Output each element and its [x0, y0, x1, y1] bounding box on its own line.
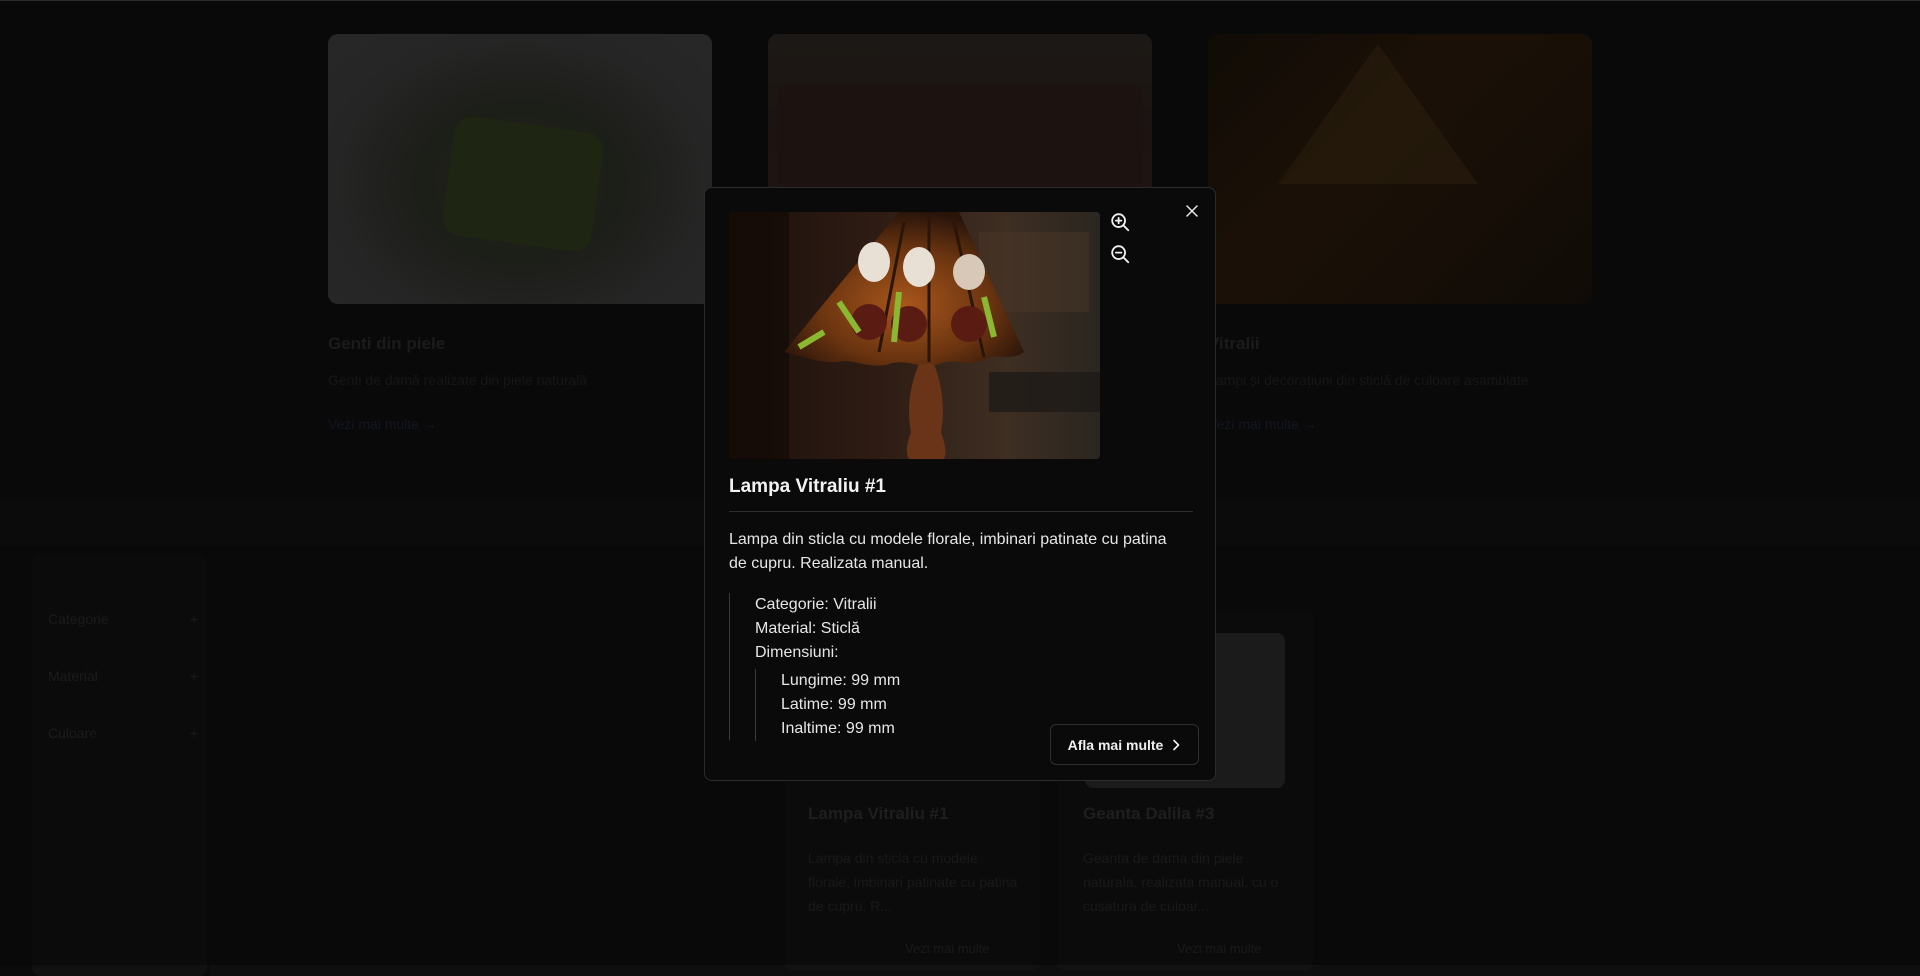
zoom-in-icon [1111, 213, 1130, 232]
zoom-out-button[interactable] [1108, 242, 1132, 266]
spec-list: Categorie: Vitralii Material: Sticlă Dim… [729, 593, 900, 741]
spec-dimensions-label: Dimensiuni: [755, 644, 839, 661]
page: Genti din piele Genti de damă realizate … [0, 0, 1920, 976]
learn-more-label: Afla mai multe [1067, 736, 1164, 753]
stained-glass-lamp-image [729, 212, 1100, 459]
spec-length: Lungime: 99 mm [781, 672, 901, 689]
chevron-right-icon [1173, 739, 1180, 750]
spec-height: Inaltime: 99 mm [781, 720, 895, 737]
dimensions-list: Lungime: 99 mm Latime: 99 mm Inaltime: 9… [755, 669, 900, 741]
product-image [729, 212, 1100, 459]
modal-description: Lampa din sticla cu modele florale, imbi… [729, 531, 1167, 572]
modal-title: Lampa Vitraliu #1 [729, 476, 886, 497]
zoom-out-icon [1111, 245, 1130, 264]
zoom-in-button[interactable] [1108, 210, 1132, 234]
close-button[interactable] [1183, 202, 1201, 220]
spec-category: Categorie: Vitralii [755, 596, 877, 613]
learn-more-button[interactable]: Afla mai multe [1050, 724, 1199, 765]
spec-width: Latime: 99 mm [781, 696, 887, 713]
divider [729, 511, 1193, 512]
close-icon [1186, 205, 1198, 217]
product-modal: Lampa Vitraliu #1 Lampa din sticla cu mo… [704, 187, 1216, 781]
spec-material: Material: Sticlă [755, 620, 860, 637]
